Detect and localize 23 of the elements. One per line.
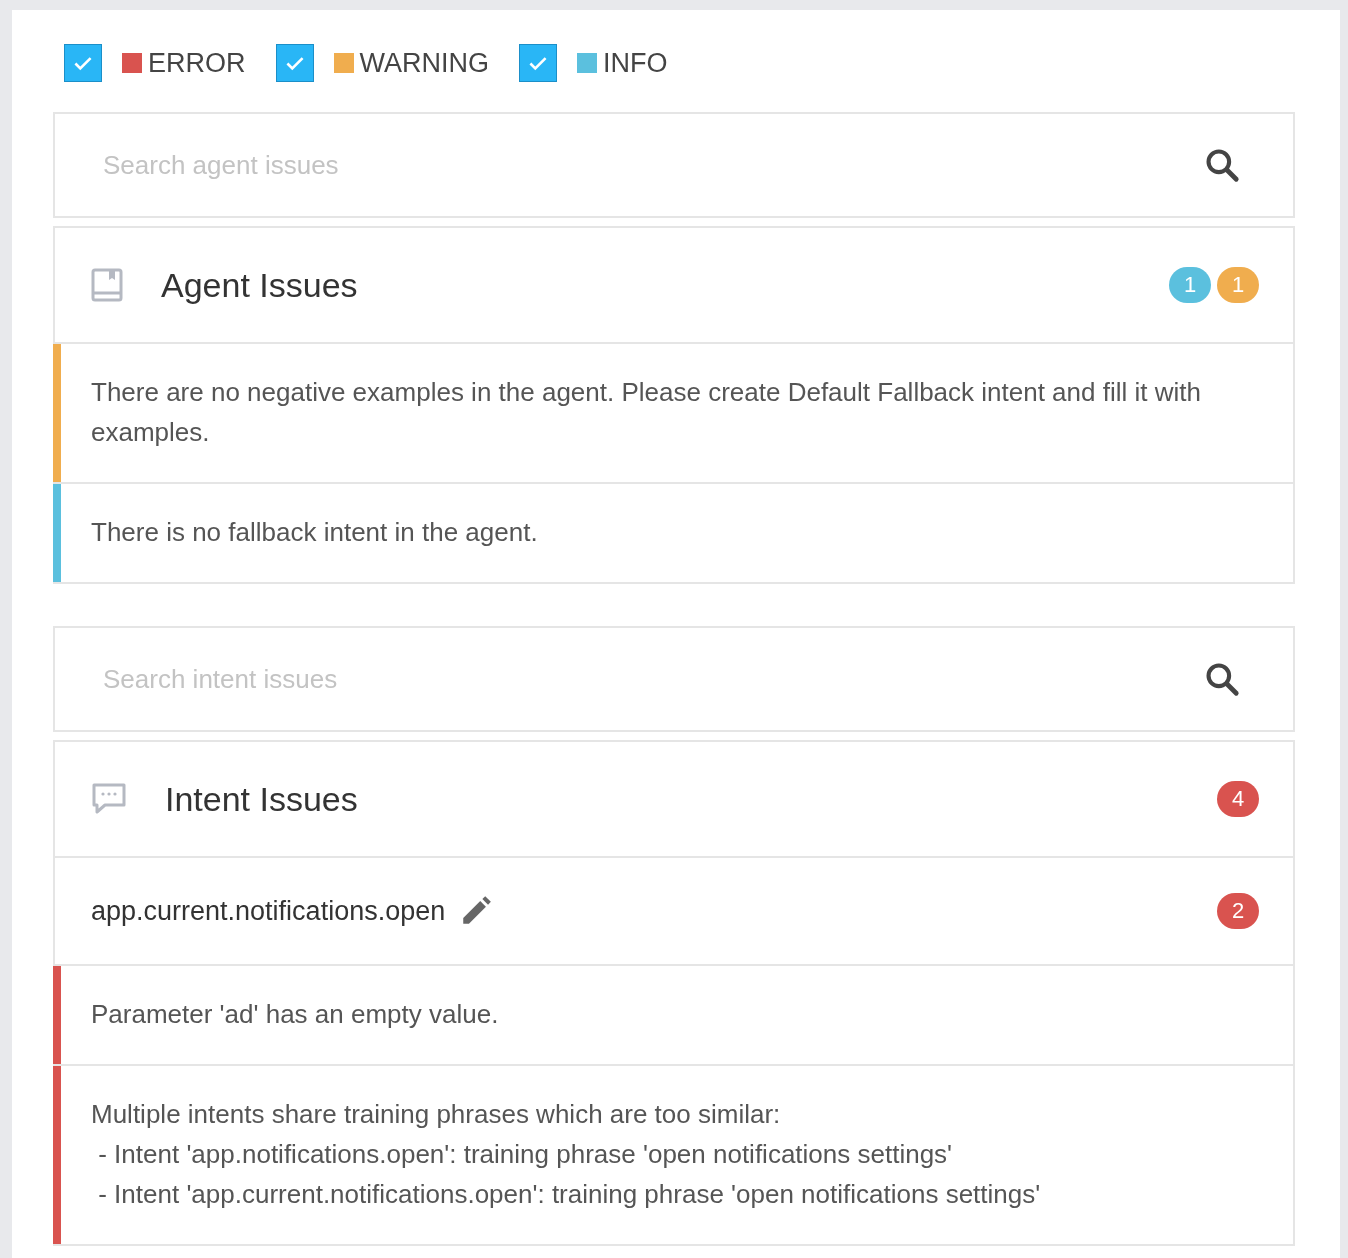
issue-message: Multiple intents share training phrases which are too similar: - Intent 'app.notifications.open': training phrase 'open notifications settings' - Intent 'app.current.notifications.open': training phrase 'open notifications settings': [90, 1098, 1042, 1211]
issue-message: There are no negative examples in the agent. Please create Default Fallback intent and fill it with examples.: [90, 376, 1202, 449]
count-badge: 2: [1217, 893, 1259, 929]
book-icon: [91, 268, 123, 302]
search-field[interactable]: Search agent issues: [53, 112, 1295, 218]
filter-label: ERROR: [148, 47, 246, 79]
search-field[interactable]: Search intent issues: [53, 626, 1295, 732]
section-title: Agent Issues: [161, 265, 358, 305]
intent-name[interactable]: app.current.notifications.open: [91, 895, 446, 927]
count-badge: 4: [1217, 781, 1259, 817]
checkbox[interactable]: [64, 44, 102, 82]
checkbox[interactable]: [275, 44, 314, 82]
count-badge: 1: [1169, 267, 1211, 303]
count-badge: 1: [1217, 267, 1259, 303]
filter-label: INFO: [603, 47, 668, 79]
chat-bubble-icon: [91, 782, 127, 816]
filter-label: WARNING: [359, 47, 489, 79]
issue-message: There is no fallback intent in the agent.: [90, 516, 539, 549]
search-icon[interactable]: [1203, 660, 1241, 698]
search-icon[interactable]: [1203, 146, 1241, 184]
section-title: Intent Issues: [165, 779, 358, 819]
issue-message: Parameter 'ad' has an empty value.: [90, 998, 500, 1031]
checkbox[interactable]: [519, 44, 557, 82]
